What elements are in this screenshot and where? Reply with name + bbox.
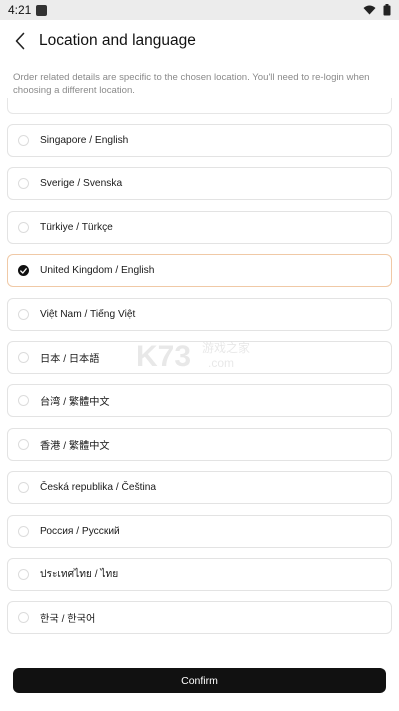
back-button[interactable]: [2, 20, 38, 62]
option-label: Sverige / Svenska: [40, 178, 123, 190]
option-item[interactable]: United Kingdom / English: [7, 254, 392, 288]
radio-unchecked-icon[interactable]: [18, 308, 29, 320]
option-item[interactable]: 日本 / 日本語: [7, 340, 392, 374]
option-item[interactable]: Việt Nam / Tiếng Việt: [7, 297, 392, 331]
radio-unchecked-icon[interactable]: [18, 612, 29, 624]
status-left: 4:21: [8, 3, 48, 17]
radio-unchecked-icon[interactable]: [18, 351, 29, 363]
option-list: Singapore / English Sverige / Svenska Türk…: [7, 124, 392, 645]
location-description: Order related details are specific to th…: [13, 72, 370, 96]
option-label: Singapore / English: [40, 135, 129, 146]
radio-unchecked-icon[interactable]: [18, 178, 29, 190]
status-time: 4:21: [8, 3, 32, 17]
checkmark-icon: [20, 267, 27, 274]
radio-unchecked-icon[interactable]: [18, 482, 29, 494]
option-label: 日本 / 日本語: [40, 353, 100, 365]
radio-unchecked-icon[interactable]: [18, 568, 29, 580]
option-item[interactable]: Česká republika / Čeština: [7, 471, 392, 505]
wifi-icon: [363, 5, 376, 15]
option-item[interactable]: 台湾 / 繁體中文: [7, 384, 392, 418]
option-item[interactable]: Türkiye / Türkçe: [7, 210, 392, 244]
option-item[interactable]: Sverige / Svenska: [7, 167, 392, 201]
confirm-button[interactable]: Confirm: [13, 668, 386, 693]
battery-icon: [383, 4, 391, 16]
option-item[interactable]: Singapore / English: [7, 124, 392, 157]
option-item[interactable]: Россия / Русский: [7, 514, 392, 548]
radio-unchecked-icon[interactable]: [18, 438, 29, 450]
page-title: Location and language: [39, 32, 196, 49]
option-label: 香港 / 繁體中文: [40, 440, 110, 452]
status-right: [363, 4, 391, 16]
option-label: Việt Nam / Tiếng Việt: [40, 308, 136, 320]
app-header: Location and language: [0, 20, 399, 62]
option-item[interactable]: 香港 / 繁體中文: [7, 427, 392, 461]
option-label: Türkiye / Türkçe: [40, 221, 113, 233]
option-label: Česká republika / Čeština: [40, 482, 157, 494]
option-label: Россия / Русский: [40, 525, 120, 537]
radio-unchecked-icon[interactable]: [18, 395, 29, 407]
option-item[interactable]: 한국 / 한국어: [7, 601, 392, 635]
chevron-left-icon: [15, 32, 25, 50]
radio-unchecked-icon[interactable]: [18, 135, 29, 146]
radio-unchecked-icon[interactable]: [18, 525, 29, 537]
radio-unchecked-icon[interactable]: [18, 221, 29, 233]
option-label: 한국 / 한국어: [40, 614, 96, 626]
option-label: 台湾 / 繁體中文: [40, 397, 110, 409]
option-item[interactable]: ประเทศไทย / ไทย: [7, 557, 392, 591]
app-notification-icon: [36, 4, 48, 16]
option-label: ประเทศไทย / ไทย: [40, 569, 119, 581]
option-label: United Kingdom / English: [40, 265, 155, 277]
status-bar: 4:21: [0, 0, 399, 20]
option-item-partial[interactable]: [7, 98, 392, 114]
radio-checked-icon[interactable]: [18, 265, 29, 277]
